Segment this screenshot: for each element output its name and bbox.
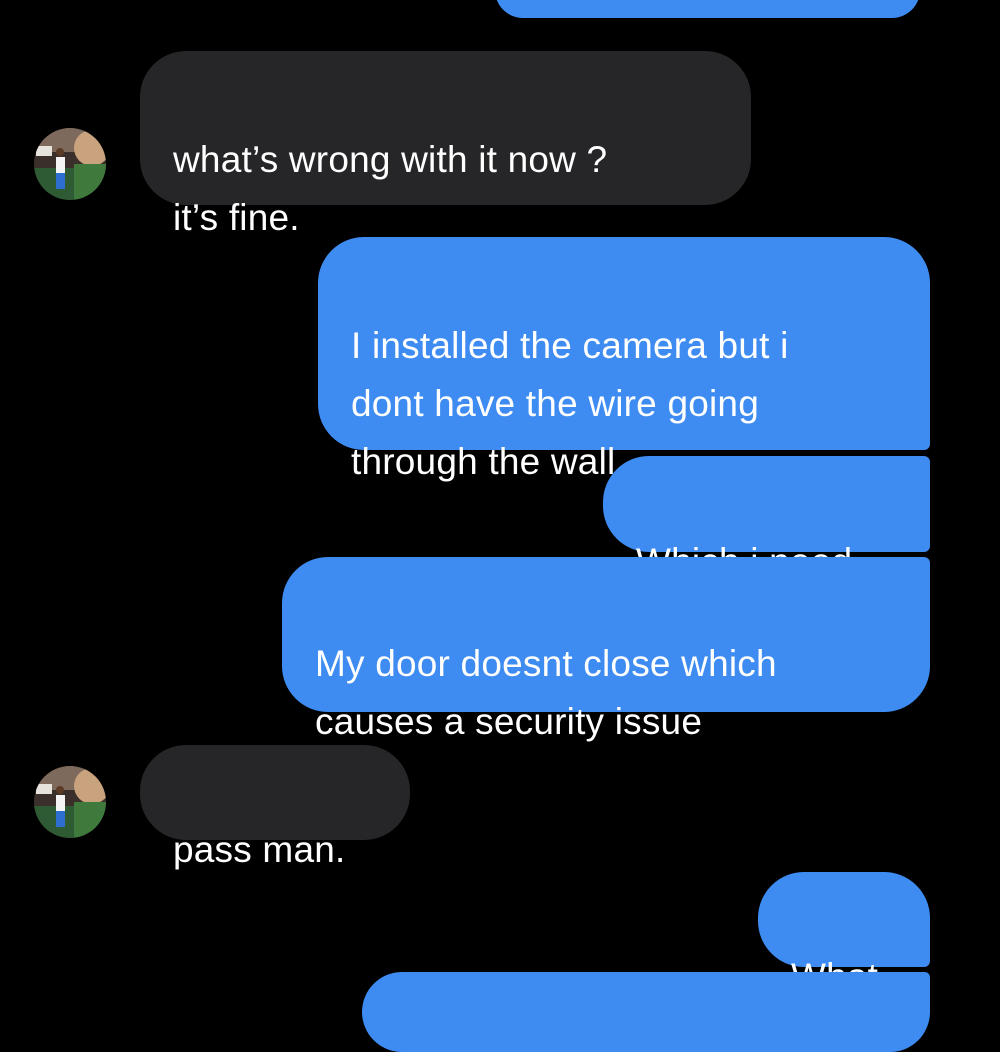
message-bubble-outgoing[interactable]: Which i need [603,456,930,582]
message-bubble-outgoing[interactable] [362,972,930,1052]
avatar-photo-icon [34,766,106,838]
message-bubble-incoming[interactable]: what’s wrong with it now ? it’s fine. [140,51,751,238]
contact-avatar[interactable] [34,128,106,200]
message-bubble-outgoing[interactable] [495,0,920,18]
message-bubble-outgoing[interactable]: What [758,872,930,997]
message-bubble-outgoing[interactable]: I installed the camera but i dont have t… [318,237,930,482]
message-bubble-incoming[interactable]: pass man. [140,745,410,870]
message-text: My door doesnt close which causes a secu… [315,643,777,742]
contact-avatar[interactable] [34,766,106,838]
message-bubble-outgoing[interactable]: My door doesnt close which causes a secu… [282,557,930,742]
message-text: pass man. [173,829,346,870]
avatar-photo-icon [34,128,106,200]
message-text: what’s wrong with it now ? it’s fine. [173,139,608,238]
